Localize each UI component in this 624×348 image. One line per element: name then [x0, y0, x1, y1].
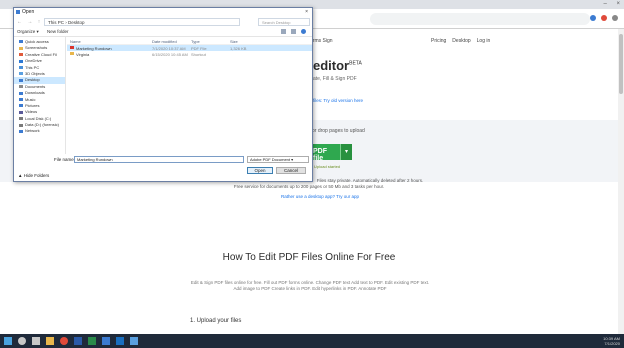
nav-pricing-link[interactable]: Pricing: [431, 38, 446, 44]
address-bar[interactable]: [370, 13, 590, 25]
network-icon: [19, 129, 23, 133]
old-version-link[interactable]: files: Try old version here: [313, 98, 363, 103]
desktop-app-link[interactable]: Rather use a desktop app? Try our app: [22, 194, 618, 200]
dialog-footer: File name: Marketing Rundown Adobe PDF D…: [14, 154, 312, 182]
upload-pdf-button[interactable]: PDF file: [310, 144, 340, 162]
outlook-icon[interactable]: [116, 337, 124, 345]
view-options-icon[interactable]: [281, 29, 286, 34]
dialog-address-row: ← → ↑ This PC › Desktop Search Desktop: [14, 17, 312, 28]
cloud-icon: [19, 59, 23, 63]
help-icon[interactable]: [301, 29, 306, 34]
step-upload-files: 1. Upload your files: [190, 318, 242, 324]
computer-icon: [19, 66, 23, 69]
organize-button[interactable]: Organize ▾: [17, 29, 39, 35]
system-clock[interactable]: 10:39 AM 7/1/2020: [603, 336, 620, 346]
upload-source-dropdown[interactable]: ▾: [340, 144, 352, 160]
view-tools: [281, 29, 306, 34]
file-type-select[interactable]: Adobe PDF Document ▾: [247, 156, 309, 163]
music-icon: [19, 97, 23, 101]
limits-text: Free service for documents up to 200 pag…: [233, 184, 385, 189]
shortcut-icon: [70, 52, 74, 55]
file-name-label: File name:: [54, 157, 76, 162]
column-size[interactable]: Size: [230, 39, 238, 44]
close-window-button[interactable]: ×: [616, 1, 620, 7]
how-to-heading: How To Edit PDF Files Online For Free: [222, 252, 396, 263]
desktop-icon: [19, 78, 23, 82]
scrollbar-thumb[interactable]: [619, 34, 623, 94]
column-type[interactable]: Type: [191, 39, 200, 44]
excel-icon[interactable]: [88, 337, 96, 345]
picture-icon: [19, 104, 23, 108]
beta-badge: BETA: [349, 60, 362, 67]
dialog-nav-buttons[interactable]: ← → ↑: [17, 19, 42, 25]
cancel-button[interactable]: Cancel: [276, 167, 306, 174]
mail-icon[interactable]: [102, 337, 110, 345]
nav-desktop-link[interactable]: Desktop: [452, 38, 470, 44]
extension-icon[interactable]: [590, 15, 596, 21]
drop-hint: or drop pages to upload: [312, 128, 365, 134]
how-to-description: Edit & Sign PDF files online for free. F…: [190, 280, 430, 291]
dialog-body: Quick access Screenshots Creative Cloud …: [14, 37, 312, 154]
drive-icon: [19, 123, 23, 127]
minimize-button[interactable]: –: [603, 1, 606, 7]
menu-icon[interactable]: [612, 15, 618, 21]
file-list-header: Name Date modified Type Size: [67, 37, 312, 45]
dialog-toolbar: Organize ▾ New folder: [14, 28, 312, 37]
navigation-pane: Quick access Screenshots Creative Cloud …: [14, 37, 66, 154]
cube-icon: [19, 72, 23, 76]
download-icon: [19, 91, 23, 95]
new-folder-button[interactable]: New folder: [47, 29, 69, 34]
clock-date: 7/1/2020: [604, 341, 620, 346]
pdf-file-icon: [70, 46, 74, 49]
folder-icon: [19, 46, 23, 50]
word-icon[interactable]: [74, 337, 82, 345]
site-nav-right: Pricing Desktop Log in: [431, 38, 490, 44]
file-row[interactable]: Virginia 6/15/2020 10:45 AM Shortcut: [67, 51, 312, 57]
upload-button-group: PDF file ▾: [310, 144, 352, 162]
open-button[interactable]: Open: [247, 167, 273, 174]
column-name[interactable]: Name: [70, 39, 81, 44]
profile-icon[interactable]: [601, 15, 607, 21]
document-icon: [19, 85, 23, 89]
upload-status: Upload started: [314, 164, 341, 169]
drive-icon: [19, 117, 23, 121]
page-title: editorBETA: [313, 58, 362, 73]
dialog-close-button[interactable]: ×: [305, 9, 308, 15]
star-icon: [19, 40, 23, 44]
windows-icon[interactable]: [4, 337, 12, 345]
taskbar: 10:39 AM 7/1/2020: [0, 334, 624, 348]
dialog-title: Open: [22, 9, 35, 15]
file-name: Virginia: [76, 52, 90, 57]
column-date-modified[interactable]: Date modified: [152, 39, 177, 44]
photos-icon[interactable]: [130, 337, 138, 345]
file-date: 6/15/2020 10:45 AM: [152, 52, 188, 57]
nav-item-network[interactable]: Network: [14, 128, 65, 134]
hide-folders-toggle[interactable]: ▲ Hide Folders: [18, 173, 49, 178]
preview-pane-icon[interactable]: [291, 29, 296, 34]
open-file-dialog: Open × ← → ↑ This PC › Desktop Search De…: [13, 7, 313, 182]
explorer-icon[interactable]: [46, 337, 54, 345]
taskbar-icons: [4, 337, 138, 345]
window-controls: – ×: [595, 1, 620, 7]
file-name-input[interactable]: Marketing Rundown: [74, 156, 244, 163]
nav-login-link[interactable]: Log in: [477, 38, 491, 44]
dialog-app-icon: [16, 10, 20, 14]
browser-extensions: [590, 15, 618, 21]
cloud-icon: [19, 53, 23, 57]
dialog-search-input[interactable]: Search Desktop: [258, 18, 310, 26]
file-type: Shortcut: [191, 52, 206, 57]
chrome-icon[interactable]: [60, 337, 68, 345]
search-icon[interactable]: [18, 337, 26, 345]
file-list: Name Date modified Type Size Marketing R…: [67, 37, 312, 154]
page-subtitle: ate, Fill & Sign PDF: [313, 76, 357, 82]
dialog-path-bar[interactable]: This PC › Desktop: [44, 18, 240, 26]
video-icon: [19, 110, 23, 114]
dialog-titlebar: Open ×: [14, 8, 312, 17]
task-view-icon[interactable]: [32, 337, 40, 345]
